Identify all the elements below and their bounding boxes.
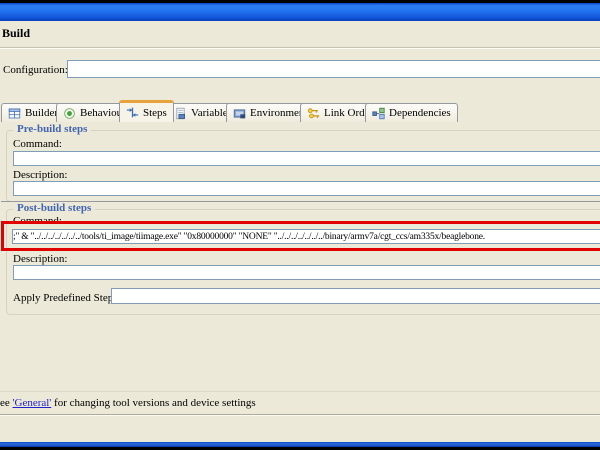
tab-steps[interactable]: Steps (119, 100, 174, 122)
note-prefix: ee (0, 397, 13, 409)
note-top-separator (0, 391, 600, 392)
pre-build-group-title: Pre-build steps (13, 123, 91, 135)
pre-build-steps-group: Pre-build steps Command: Description: (6, 130, 600, 202)
apply-predefined-step-label: Apply Predefined Step: (13, 292, 116, 304)
post-build-description-label: Description: (13, 253, 67, 265)
apply-predefined-step-input[interactable] (111, 288, 600, 304)
variables-icon (174, 107, 187, 120)
builder-icon (8, 107, 21, 120)
post-build-steps-group: Post-build steps Command: ;" & "../../..… (6, 209, 600, 315)
environment-icon (233, 107, 246, 120)
tab-label: Environment (250, 107, 307, 119)
tab-label: Dependencies (389, 107, 451, 119)
pre-build-description-input[interactable] (13, 181, 600, 196)
pre-build-command-input[interactable] (13, 151, 600, 166)
note-bottom-separator (0, 414, 600, 416)
window-titlebar[interactable] (0, 3, 600, 21)
dependencies-icon (372, 107, 385, 120)
post-build-description-input[interactable] (13, 265, 600, 280)
tab-bar: Builder Behaviour Steps (1, 101, 600, 122)
link-order-icon (307, 107, 320, 120)
post-build-group-title: Post-build steps (13, 202, 95, 214)
build-properties-page: Build Configuration: Release [ Active ] … (0, 21, 600, 442)
tab-label: Builder (25, 107, 58, 119)
tab-dependencies[interactable]: Dependencies (365, 103, 458, 122)
configuration-label: Configuration: (3, 64, 68, 76)
screenshot-root: Build Configuration: Release [ Active ] … (0, 0, 600, 450)
page-title: Build (2, 26, 30, 41)
steps-icon (126, 106, 139, 119)
header-separator (0, 47, 600, 49)
tab-label: Steps (143, 107, 167, 119)
note-suffix: for changing tool versions and device se… (51, 397, 255, 409)
pre-build-description-label: Description: (13, 169, 67, 181)
general-link[interactable]: 'General' (13, 397, 52, 409)
tab-baseline (1, 201, 600, 202)
configuration-combo[interactable]: Release [ Active ] (67, 60, 600, 78)
post-build-command-label: Command: (13, 215, 62, 227)
pre-build-command-label: Command: (13, 138, 62, 150)
post-build-command-input[interactable]: ;" & "../../../../../../../tools/ti_imag… (12, 229, 600, 244)
bottom-note: ee 'General' for changing tool versions … (0, 397, 256, 409)
behaviour-icon (63, 107, 76, 120)
